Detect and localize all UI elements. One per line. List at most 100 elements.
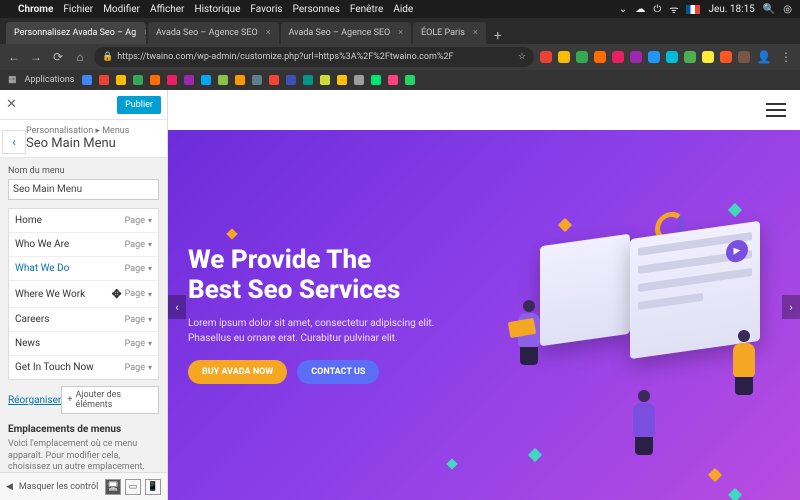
extension-icon[interactable] [594,51,606,63]
apps-label[interactable]: Applications [25,75,75,85]
address-bar[interactable]: 🔒 https://twaino.com/wp-admin/customize.… [94,47,534,67]
back-button[interactable]: ← [6,50,22,64]
extension-icon[interactable] [702,51,714,63]
menu-icon[interactable]: ⋮ [778,50,794,64]
wifi-icon[interactable]: ᯤ [669,2,678,16]
hero-buttons: BUY AVADA NOW CONTACT US [188,360,468,384]
publish-button[interactable]: Publier [117,96,161,114]
menu-item-row[interactable]: Where We Work✥ Page ▾ [9,281,158,308]
home-button[interactable]: ⌂ [72,50,88,64]
browser-tab[interactable]: Avada Seo – Agence SEO× [148,22,279,44]
hide-controls-label[interactable]: Masquer les contrôl [19,482,98,492]
reload-button[interactable]: ⟳ [50,50,66,64]
extension-icon[interactable] [738,51,750,63]
close-icon[interactable]: × [473,28,478,38]
back-button[interactable]: ‹ [2,130,26,154]
extension-icon[interactable] [720,51,732,63]
menu-item-row[interactable]: What We DoPage ▾ [9,257,158,281]
bookmark-icon[interactable] [286,75,296,85]
menu-item[interactable]: Favoris [250,4,282,15]
menu-item[interactable]: Aide [393,4,413,15]
bookmark-icon[interactable] [405,75,415,85]
bookmark-icon[interactable] [303,75,313,85]
chevron-down-icon[interactable]: ▾ [148,240,152,249]
menu-item-row[interactable]: NewsPage ▾ [9,332,158,356]
forward-button[interactable]: → [28,50,44,64]
flag-icon[interactable] [686,5,700,14]
siri-icon[interactable]: ◎ [783,4,792,15]
spotlight-icon[interactable]: 🔍 [763,4,775,15]
close-icon[interactable]: × [144,28,146,38]
chevron-down-icon[interactable]: ▾ [148,216,152,225]
clock[interactable]: Jeu. 18:15 [708,4,754,15]
bookmark-icon[interactable] [371,75,381,85]
menu-item-row[interactable]: Get In Touch NowPage ▾ [9,356,158,379]
play-icon: ▶ [726,239,748,264]
chevron-down-icon[interactable]: ▾ [148,290,152,299]
menu-item[interactable]: Afficher [150,4,185,15]
new-tab-button[interactable]: + [488,28,508,44]
bookmark-icon[interactable] [133,75,143,85]
apps-icon[interactable]: ▦ [8,75,17,85]
extension-icon[interactable] [648,51,660,63]
extension-icon[interactable] [666,51,678,63]
close-icon[interactable]: × [398,28,403,38]
bookmark-icon[interactable] [201,75,211,85]
chevron-down-icon[interactable]: ▾ [148,315,152,324]
bookmark-icon[interactable] [116,75,126,85]
slider-next-button[interactable]: › [782,295,800,319]
extension-icon[interactable] [558,51,570,63]
menu-item[interactable]: Fichier [63,4,93,15]
contact-button[interactable]: CONTACT US [297,360,379,384]
bookmark-icon[interactable] [82,75,92,85]
close-icon[interactable]: × [266,28,271,38]
slider-prev-button[interactable]: ‹ [168,295,186,319]
menu-item[interactable]: Fenêtre [350,4,383,15]
bookmark-icon[interactable] [150,75,160,85]
macos-menubar: Chrome Fichier Modifier Afficher Histori… [0,0,800,18]
extension-icon[interactable] [576,51,588,63]
bookmark-icon[interactable] [184,75,194,85]
menu-item-row[interactable]: CareersPage ▾ [9,308,158,332]
menu-item-row[interactable]: Who We ArePage ▾ [9,233,158,257]
star-icon[interactable]: ☆ [518,52,526,62]
move-icon[interactable]: ✥ [112,287,122,301]
app-name[interactable]: Chrome [18,4,53,15]
close-customizer-button[interactable]: ✕ [6,97,17,112]
extension-icon[interactable] [540,51,552,63]
chevron-down-icon[interactable]: ▾ [148,339,152,348]
device-desktop-button[interactable]: 🖥 [105,479,121,495]
menu-item[interactable]: Historique [194,4,240,15]
collapse-icon[interactable]: ◀ [6,482,13,492]
device-mobile-button[interactable]: 📱 [145,479,161,495]
chevron-down-icon[interactable]: ▾ [148,363,152,372]
buy-button[interactable]: BUY AVADA NOW [188,360,287,384]
bookmark-icon[interactable] [235,75,245,85]
menu-name-input[interactable] [8,179,159,200]
browser-tab[interactable]: ÉOLE Paris× [413,22,486,44]
bookmark-icon[interactable] [354,75,364,85]
reorganize-link[interactable]: Réorganiser [8,395,61,406]
browser-tab[interactable]: Personnalisez Avada Seo – Ag× [6,22,146,44]
bookmark-icon[interactable] [252,75,262,85]
menu-item-label: Careers [15,314,49,325]
bookmark-icon[interactable] [320,75,330,85]
menu-item[interactable]: Modifier [103,4,140,15]
menu-item-row[interactable]: HomePage ▾ [9,209,158,233]
device-tablet-button[interactable]: ▭ [125,479,141,495]
bookmark-icon[interactable] [388,75,398,85]
extension-icon[interactable] [684,51,696,63]
chevron-down-icon[interactable]: ▾ [148,264,152,273]
hamburger-menu-button[interactable] [766,103,786,117]
bookmark-icon[interactable] [337,75,347,85]
extension-icon[interactable] [612,51,624,63]
add-items-button[interactable]: +Ajouter des éléments [61,386,159,414]
browser-tab[interactable]: Avada Seo – Agence SEO× [281,22,412,44]
bookmark-icon[interactable] [218,75,228,85]
bookmark-icon[interactable] [167,75,177,85]
extension-icon[interactable] [630,51,642,63]
bookmark-icon[interactable] [99,75,109,85]
bookmark-icon[interactable] [269,75,279,85]
profile-icon[interactable]: 👤 [756,50,772,64]
menu-item[interactable]: Personnes [293,4,340,15]
